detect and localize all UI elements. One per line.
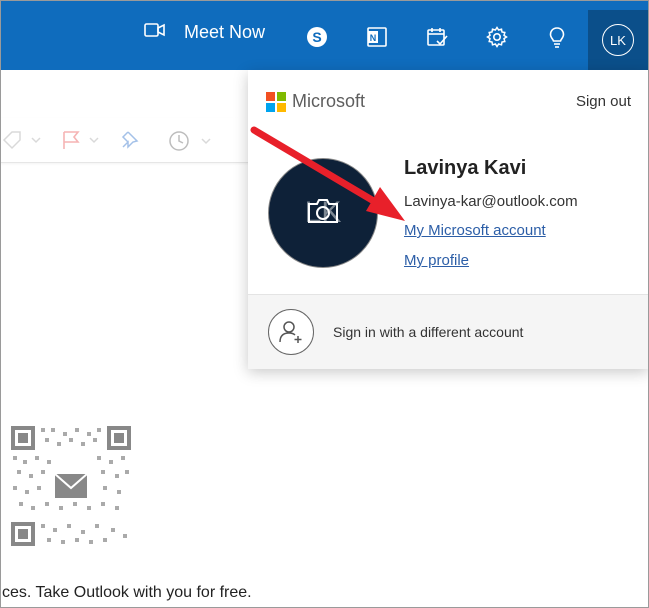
qr-code (11, 426, 131, 546)
account-initials: LK (602, 24, 634, 56)
add-person-icon (268, 309, 314, 355)
account-manager-button[interactable]: LK (588, 10, 648, 70)
tag-icon[interactable] (2, 130, 42, 155)
clock-icon[interactable] (168, 130, 214, 157)
lightbulb-icon[interactable] (546, 26, 568, 48)
profile-avatar[interactable]: LK (268, 158, 378, 268)
different-account-row[interactable]: Sign in with a different account (248, 294, 649, 369)
promo-text: ces. Take Outlook with you for free. (2, 584, 252, 601)
calendar-check-icon[interactable] (426, 26, 448, 48)
my-profile-link[interactable]: My profile (404, 252, 469, 269)
brand-name: Microsoft (292, 91, 366, 111)
onenote-icon[interactable]: N (366, 26, 388, 48)
microsoft-logo-icon (266, 91, 286, 112)
my-microsoft-account-link[interactable]: My Microsoft account (404, 222, 546, 239)
user-email: Lavinya-kar@outlook.com (404, 193, 578, 210)
user-name: Lavinya Kavi (404, 157, 527, 179)
skype-icon[interactable]: S (306, 26, 328, 48)
sign-out-link[interactable]: Sign out (576, 93, 631, 110)
top-bar: Meet Now S N LK (0, 0, 649, 70)
video-icon (144, 22, 166, 43)
microsoft-logo: Microsoft (266, 91, 365, 112)
pin-icon[interactable] (120, 130, 140, 155)
meet-now-label: Meet Now (184, 22, 266, 42)
gear-icon[interactable] (486, 26, 508, 48)
meet-now-button[interactable]: Meet Now (144, 22, 265, 43)
svg-text:S: S (312, 29, 321, 45)
svg-text:N: N (370, 33, 377, 43)
flag-icon[interactable] (60, 130, 104, 155)
account-panel: Microsoft Sign out LK Lavinya Kavi Lavin… (248, 70, 649, 369)
different-account-label: Sign in with a different account (333, 324, 524, 340)
camera-icon (306, 198, 340, 229)
